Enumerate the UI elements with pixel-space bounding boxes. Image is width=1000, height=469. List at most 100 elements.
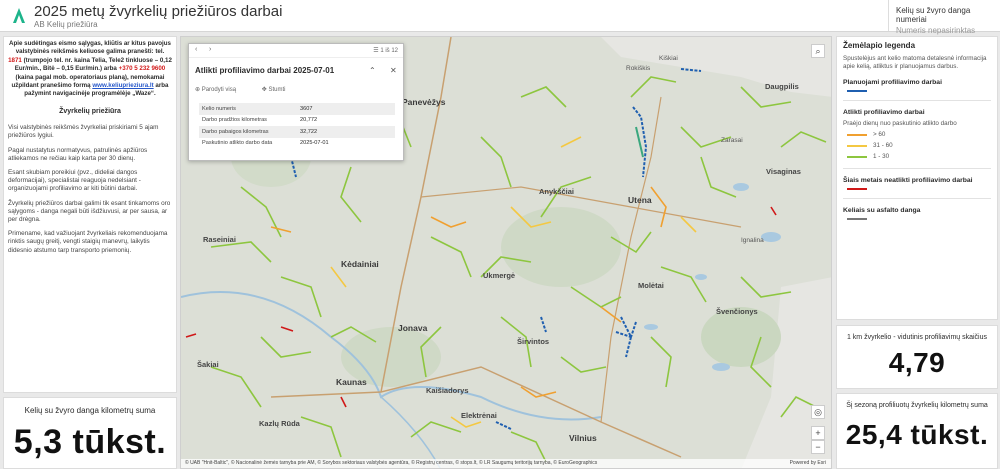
indicator-value: 25,4 tūkst.: [845, 419, 989, 450]
app-logo-icon: [13, 8, 25, 23]
not-done-line-swatch: [847, 188, 867, 190]
indicator-value: 5,3 tūkst.: [13, 423, 167, 461]
class-swatch: [847, 155, 867, 158]
paragraph: Visi valstybinės reikšmės žvyrkeliai pri…: [8, 124, 159, 140]
legend-divider: [843, 198, 991, 199]
phone-short: 1871: [8, 56, 22, 64]
planned-line-swatch: [847, 90, 867, 92]
indicator-value: 4,79: [888, 347, 946, 378]
legend-planned-swatch: [843, 90, 991, 92]
legend-not-done-swatch: [843, 188, 991, 190]
city-label: Švenčionys: [716, 307, 758, 316]
city-label: Raseiniai: [203, 235, 236, 244]
feature-count: ☰ 1 iš 12: [373, 48, 398, 54]
city-label: Kėdainiai: [341, 259, 379, 269]
class-swatch: [847, 144, 867, 147]
class-label: > 60: [873, 131, 886, 138]
city-label: Molėtai: [638, 281, 664, 290]
powered-by-esri[interactable]: Powered by Esri: [790, 459, 826, 468]
city-label: Kaišiadorys: [426, 386, 469, 395]
legend-title: Žemėlapio legenda: [843, 41, 916, 50]
popup-attribute-table: Kelio numeris 3607 Darbo pradžios kilomet…: [199, 103, 395, 149]
city-label: Širvintos: [517, 337, 550, 346]
hazard-notice: Apie sudėtingas eismo sąlygas, kliūtis a…: [8, 40, 172, 99]
attr-value: 32,722: [300, 128, 318, 135]
pan-button[interactable]: ✥ Stumti: [262, 87, 298, 93]
city-label: Kiškiai: [659, 55, 678, 62]
legend-days-label: Praėjo dienų nuo paskutinio atlikto darb…: [843, 120, 957, 127]
city-label: Visaginas: [766, 167, 801, 176]
map-search-icon[interactable]: ⌕: [811, 44, 825, 58]
paragraph: Pagal nustatytus normatyvus, patrulinės …: [8, 146, 148, 162]
class-label: 1 - 30: [873, 153, 890, 160]
legend-class-row: 31 - 60: [843, 142, 991, 149]
collapse-icon[interactable]: ⌃: [369, 66, 376, 75]
indicator-title: 1 km žvyrkelio - vidutinis profiliavimų …: [846, 334, 988, 341]
section-title: Žvyrkelių priežiūra: [59, 107, 121, 115]
indicator-title: Kelių su žvyro danga kilometrų suma: [24, 406, 156, 415]
city-label: Šakiai: [197, 360, 219, 369]
close-icon[interactable]: ✕: [390, 66, 397, 75]
legend-divider: [843, 100, 991, 101]
attr-value: 2025-07-01: [300, 140, 329, 147]
table-row: Kelio numeris 3607: [199, 103, 395, 115]
table-row: Paskutinio atlikto darbo data 2025-07-01: [199, 138, 395, 150]
attr-value: 20,772: [300, 117, 318, 124]
legend-asphalt-title: Keliais su asfalto danga: [843, 207, 921, 214]
attr-key: Darbo pabaigos kilometras: [202, 128, 269, 135]
city-label: Ignalina: [741, 237, 764, 244]
city-label: Utena: [628, 195, 652, 205]
city-label: Elektrėnai: [461, 411, 497, 420]
paragraph: Primename, kad važiuojant žvyrkeliais re…: [8, 230, 168, 254]
zoom-to-label: Parodyti visą: [201, 87, 237, 93]
city-label: Panevėžys: [402, 97, 446, 107]
popup-title: Atlikti profiliavimo darbai 2025-07-01: [195, 66, 335, 75]
next-feature-icon[interactable]: ›: [209, 46, 211, 53]
legend-divider: [843, 168, 991, 169]
popup-nav: ‹ › ☰ 1 iš 12: [189, 44, 403, 58]
attr-key: Paskutinio atlikto darbo data: [202, 140, 273, 147]
paragraph: Esant skubiam poreikiui (pvz., dideliai …: [8, 168, 141, 193]
app-header: 2025 metų žvyrkelių priežiūros darbai AB…: [0, 0, 1000, 35]
city-label: Zarasai: [721, 137, 743, 144]
info-panel: Apie sudėtingas eismo sąlygas, kliūtis a…: [3, 36, 177, 393]
season-km-indicator: Šį sezoną profiliuotų žvyrkelių kilometr…: [836, 393, 998, 469]
city-label: Jonava: [398, 323, 428, 333]
app-subtitle: AB Kelių priežiūra: [34, 20, 98, 29]
zoom-out-button[interactable]: −: [811, 440, 825, 454]
city-label: Kaunas: [336, 377, 367, 387]
table-row: Darbo pabaigos kilometras 32,722: [199, 126, 395, 138]
attribution-text: © UAB "Hnit-Baltic", © Nacionalinė žemės…: [185, 460, 598, 466]
legend-class-row: 1 - 30: [843, 153, 991, 160]
feature-popup: ‹ › ☰ 1 iš 12 Atlikti profiliavimo darba…: [188, 43, 404, 161]
pan-label: Stumti: [268, 87, 286, 93]
legend-not-done-title: Šiais metais neatlikti profiliavimo darb…: [843, 177, 973, 184]
attr-key: Darbo pradžios kilometras: [202, 117, 267, 124]
website-link[interactable]: www.keliuprieziura.lt: [92, 82, 153, 89]
feature-count-text: 1 iš 12: [380, 48, 398, 54]
class-label: 31 - 60: [873, 142, 893, 149]
table-row: Darbo pradžios kilometras 20,772: [199, 115, 395, 127]
locate-icon[interactable]: ◎: [811, 405, 825, 419]
road-number-label: Kelių su žvyro danga numeriai: [896, 6, 971, 24]
road-number-value: Numeris nepasirinktas: [896, 26, 976, 35]
legend-planned-title: Planuojami profiliavimo darbai: [843, 79, 942, 86]
legend-asphalt-swatch: [843, 218, 991, 220]
app-title: 2025 metų žvyrkelių priežiūros darbai: [34, 3, 283, 20]
city-label: Vilnius: [569, 433, 597, 443]
prev-feature-icon[interactable]: ‹: [195, 46, 197, 53]
zoom-in-button[interactable]: +: [811, 426, 825, 440]
paragraph: Žvyrkelių priežiūros darbai galimi tik e…: [8, 199, 171, 223]
zoom-to-button[interactable]: ⊕ Parodyti visą: [195, 87, 248, 93]
city-label: Rokiškis: [626, 65, 651, 72]
popup-actions: ⊕ Parodyti visą ✥ Stumti: [195, 86, 309, 93]
avg-profiling-indicator: 1 km žvyrkelio - vidutinis profiliavimų …: [836, 325, 998, 389]
class-swatch: [847, 133, 867, 136]
asphalt-line-swatch: [847, 218, 867, 220]
legend-description: Spustelėjus ant kelio matoma detalesnė i…: [843, 55, 987, 70]
attr-value: 3607: [300, 105, 313, 112]
road-number-selector[interactable]: Kelių su žvyro danga numeriai Numeris ne…: [888, 0, 1000, 35]
city-label: Ukmergė: [483, 271, 516, 280]
city-label: Daugpilis: [765, 82, 799, 91]
notice-text-1: Apie sudėtingas eismo sąlygas, kliūtis a…: [9, 40, 171, 56]
